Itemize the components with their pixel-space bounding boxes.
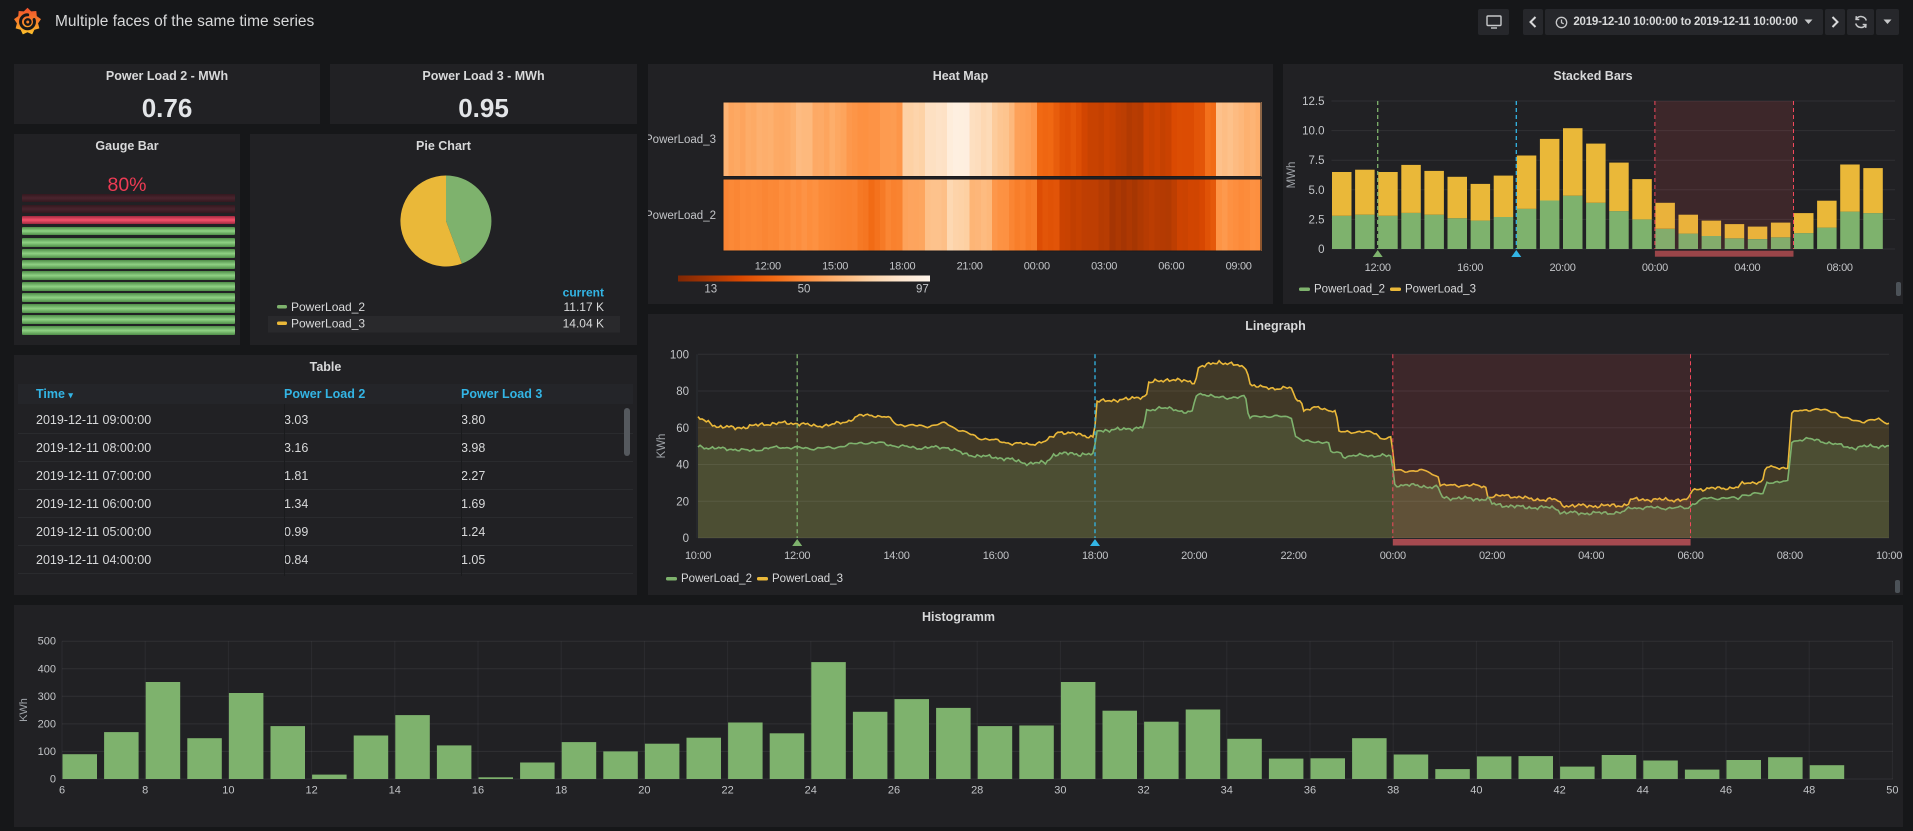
svg-text:300: 300 xyxy=(38,691,56,703)
svg-text:current: current xyxy=(563,286,604,300)
svg-text:22: 22 xyxy=(721,785,733,797)
svg-text:04:00: 04:00 xyxy=(1734,262,1760,274)
svg-text:PowerLoad_2: PowerLoad_2 xyxy=(1314,284,1385,296)
svg-text:400: 400 xyxy=(38,663,56,675)
svg-text:50: 50 xyxy=(798,284,811,296)
svg-text:09:00: 09:00 xyxy=(1226,261,1252,273)
svg-text:20:00: 20:00 xyxy=(1181,550,1207,562)
svg-text:0: 0 xyxy=(1318,244,1324,256)
svg-text:80: 80 xyxy=(676,386,689,398)
svg-text:13: 13 xyxy=(704,284,717,296)
svg-text:14:00: 14:00 xyxy=(883,550,909,562)
svg-text:KWh: KWh xyxy=(18,698,30,722)
svg-text:PowerLoad_3: PowerLoad_3 xyxy=(772,573,843,585)
svg-text:7.5: 7.5 xyxy=(1309,155,1325,167)
svg-text:18:00: 18:00 xyxy=(889,261,915,273)
svg-text:40: 40 xyxy=(676,460,689,472)
svg-text:08:00: 08:00 xyxy=(1777,550,1803,562)
svg-text:500: 500 xyxy=(38,636,56,648)
svg-text:18: 18 xyxy=(555,785,567,797)
svg-text:12:00: 12:00 xyxy=(784,550,810,562)
svg-text:16:00: 16:00 xyxy=(983,550,1009,562)
svg-text:PowerLoad_2: PowerLoad_2 xyxy=(648,210,716,222)
svg-text:40: 40 xyxy=(1470,785,1482,797)
svg-text:06:00: 06:00 xyxy=(1158,261,1184,273)
svg-text:20: 20 xyxy=(676,496,689,508)
svg-text:PowerLoad_2: PowerLoad_2 xyxy=(681,573,752,585)
svg-text:48: 48 xyxy=(1803,785,1815,797)
svg-text:32: 32 xyxy=(1137,785,1149,797)
svg-text:KWh: KWh xyxy=(656,434,668,459)
svg-text:11.17 K: 11.17 K xyxy=(564,300,604,314)
svg-text:12:00: 12:00 xyxy=(755,261,781,273)
svg-text:60: 60 xyxy=(676,423,689,435)
svg-text:5.0: 5.0 xyxy=(1309,185,1325,197)
svg-text:2.5: 2.5 xyxy=(1309,214,1325,226)
svg-text:50: 50 xyxy=(1886,785,1898,797)
svg-text:20: 20 xyxy=(638,785,650,797)
svg-text:10.0: 10.0 xyxy=(1302,126,1324,138)
svg-text:30: 30 xyxy=(1054,785,1066,797)
svg-text:44: 44 xyxy=(1637,785,1649,797)
svg-text:12:00: 12:00 xyxy=(1365,262,1391,274)
svg-text:PowerLoad_3: PowerLoad_3 xyxy=(291,317,365,331)
svg-text:00:00: 00:00 xyxy=(1642,262,1668,274)
svg-text:16:00: 16:00 xyxy=(1457,262,1483,274)
svg-text:34: 34 xyxy=(1221,785,1233,797)
svg-text:00:00: 00:00 xyxy=(1024,261,1050,273)
svg-text:18:00: 18:00 xyxy=(1082,550,1108,562)
svg-text:8: 8 xyxy=(142,785,148,797)
svg-text:10:00: 10:00 xyxy=(1876,550,1902,562)
svg-text:10:00: 10:00 xyxy=(685,550,711,562)
svg-text:10: 10 xyxy=(222,785,234,797)
svg-text:0: 0 xyxy=(50,774,56,786)
svg-text:24: 24 xyxy=(805,785,817,797)
svg-text:100: 100 xyxy=(670,349,689,361)
svg-text:97: 97 xyxy=(916,284,929,296)
svg-text:06:00: 06:00 xyxy=(1677,550,1703,562)
svg-text:12: 12 xyxy=(305,785,317,797)
svg-text:21:00: 21:00 xyxy=(957,261,983,273)
svg-text:100: 100 xyxy=(38,746,56,758)
svg-text:PowerLoad_2: PowerLoad_2 xyxy=(291,300,365,314)
svg-text:200: 200 xyxy=(38,718,56,730)
svg-text:6: 6 xyxy=(59,785,65,797)
svg-text:PowerLoad_3: PowerLoad_3 xyxy=(1405,284,1476,296)
svg-text:36: 36 xyxy=(1304,785,1316,797)
svg-text:14.04 K: 14.04 K xyxy=(563,317,604,331)
svg-text:MWh: MWh xyxy=(1286,162,1298,189)
svg-text:15:00: 15:00 xyxy=(822,261,848,273)
svg-text:46: 46 xyxy=(1720,785,1732,797)
svg-text:22:00: 22:00 xyxy=(1280,550,1306,562)
svg-text:20:00: 20:00 xyxy=(1549,262,1575,274)
svg-text:03:00: 03:00 xyxy=(1091,261,1117,273)
svg-text:02:00: 02:00 xyxy=(1479,550,1505,562)
svg-text:28: 28 xyxy=(971,785,983,797)
svg-text:04:00: 04:00 xyxy=(1578,550,1604,562)
svg-text:42: 42 xyxy=(1553,785,1565,797)
svg-text:26: 26 xyxy=(888,785,900,797)
svg-text:PowerLoad_3: PowerLoad_3 xyxy=(648,134,716,146)
svg-text:12.5: 12.5 xyxy=(1302,96,1324,108)
svg-text:08:00: 08:00 xyxy=(1827,262,1853,274)
svg-text:0: 0 xyxy=(683,533,689,545)
svg-text:38: 38 xyxy=(1387,785,1399,797)
svg-text:16: 16 xyxy=(472,785,484,797)
svg-text:00:00: 00:00 xyxy=(1380,550,1406,562)
svg-text:14: 14 xyxy=(389,785,401,797)
